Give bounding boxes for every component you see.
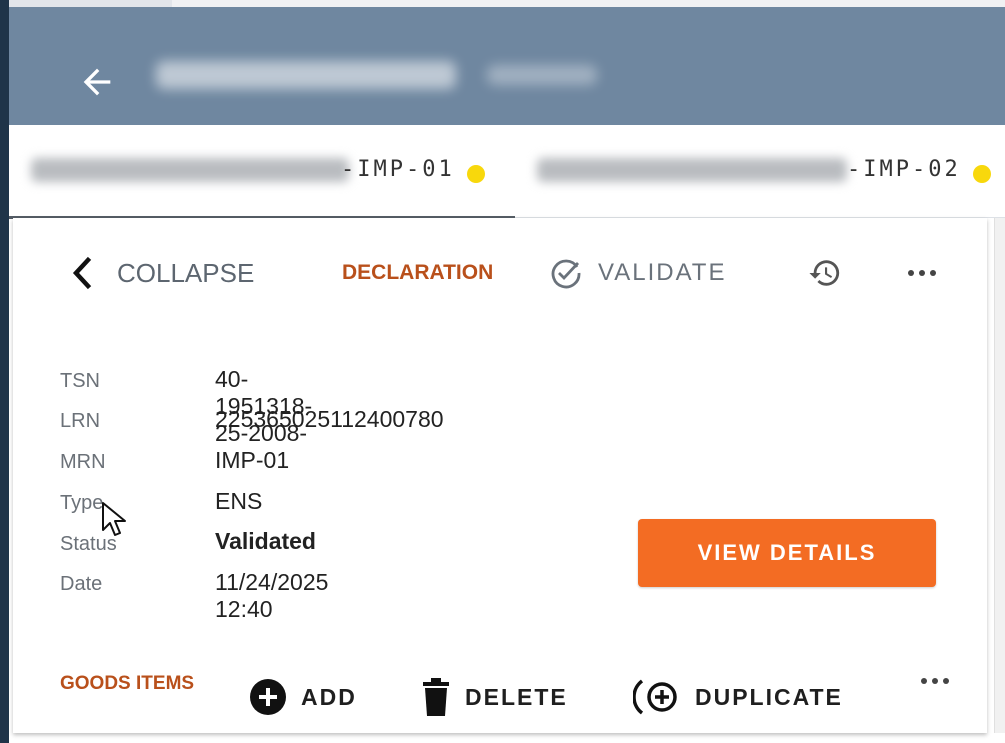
more-horizontal-icon: [908, 270, 936, 276]
duplicate-icon: [633, 679, 677, 715]
delete-label: DELETE: [465, 683, 568, 710]
mouse-cursor-icon: [102, 502, 126, 536]
more-horizontal-icon: [921, 678, 949, 684]
history-button[interactable]: [807, 256, 843, 290]
goods-items-label: GOODS ITEMS: [60, 673, 195, 694]
add-goods-item-button[interactable]: ADD: [249, 677, 357, 717]
field-label-lrn: LRN: [60, 410, 101, 432]
collapse-button[interactable]: COLLAPSE: [71, 256, 254, 290]
app-header: [9, 7, 1005, 125]
delete-goods-item-button[interactable]: DELETE: [421, 677, 568, 717]
history-icon: [809, 260, 840, 286]
collapse-label: COLLAPSE: [117, 257, 255, 288]
status-dot: [467, 165, 485, 183]
field-label-type: Type: [60, 492, 104, 514]
declaration-label: DECLARATION: [342, 261, 494, 284]
add-label: ADD: [301, 683, 357, 710]
goods-more-options-button[interactable]: [918, 673, 952, 691]
browser-tab[interactable]: [0, 0, 172, 7]
tab-suffix: -IMP-02: [847, 157, 961, 182]
card-toolbar: COLLAPSE DECLARATION VALIDATE: [13, 218, 987, 328]
document-tabs: -IMP-01 -IMP-02: [9, 125, 1005, 219]
field-value-type: ENS: [215, 488, 263, 514]
redacted-tab-id: [31, 158, 349, 182]
field-value-lrn: 225365025112400780: [215, 406, 444, 432]
tab-imp-01[interactable]: -IMP-01: [9, 125, 515, 219]
field-label-mrn: MRN: [60, 451, 106, 473]
arrow-back-icon[interactable]: [77, 62, 117, 102]
field-value-date: 11/24/2025 12:40: [215, 569, 329, 622]
add-circle-icon: [250, 679, 286, 715]
left-edge-bar: [0, 0, 9, 743]
redacted-subtitle: [487, 65, 597, 85]
validate-button[interactable]: VALIDATE: [550, 256, 726, 290]
tab-imp-02[interactable]: -IMP-02: [529, 125, 1005, 217]
status-dot: [973, 165, 991, 183]
duplicate-label: DUPLICATE: [695, 683, 843, 710]
validate-label: VALIDATE: [598, 259, 727, 286]
trash-icon: [423, 678, 449, 716]
check-circle-icon: [551, 259, 581, 289]
more-options-button[interactable]: [905, 256, 939, 290]
chevron-left-icon: [72, 256, 92, 290]
field-label-date: Date: [60, 573, 103, 595]
panel-scrollbar[interactable]: [994, 218, 1005, 733]
declaration-card: COLLAPSE DECLARATION VALIDATE TSN 40-195…: [13, 218, 987, 733]
field-value-status: Validated: [215, 528, 316, 554]
redacted-tab-id: [537, 158, 847, 182]
duplicate-goods-item-button[interactable]: DUPLICATE: [633, 677, 843, 717]
browser-tab-strip: [0, 0, 1005, 7]
field-label-tsn: TSN: [60, 370, 100, 392]
redacted-title: [156, 61, 456, 89]
declaration-link[interactable]: DECLARATION: [342, 256, 493, 290]
view-details-button[interactable]: VIEW DETAILS: [638, 519, 936, 587]
tab-suffix: -IMP-01: [341, 157, 455, 182]
